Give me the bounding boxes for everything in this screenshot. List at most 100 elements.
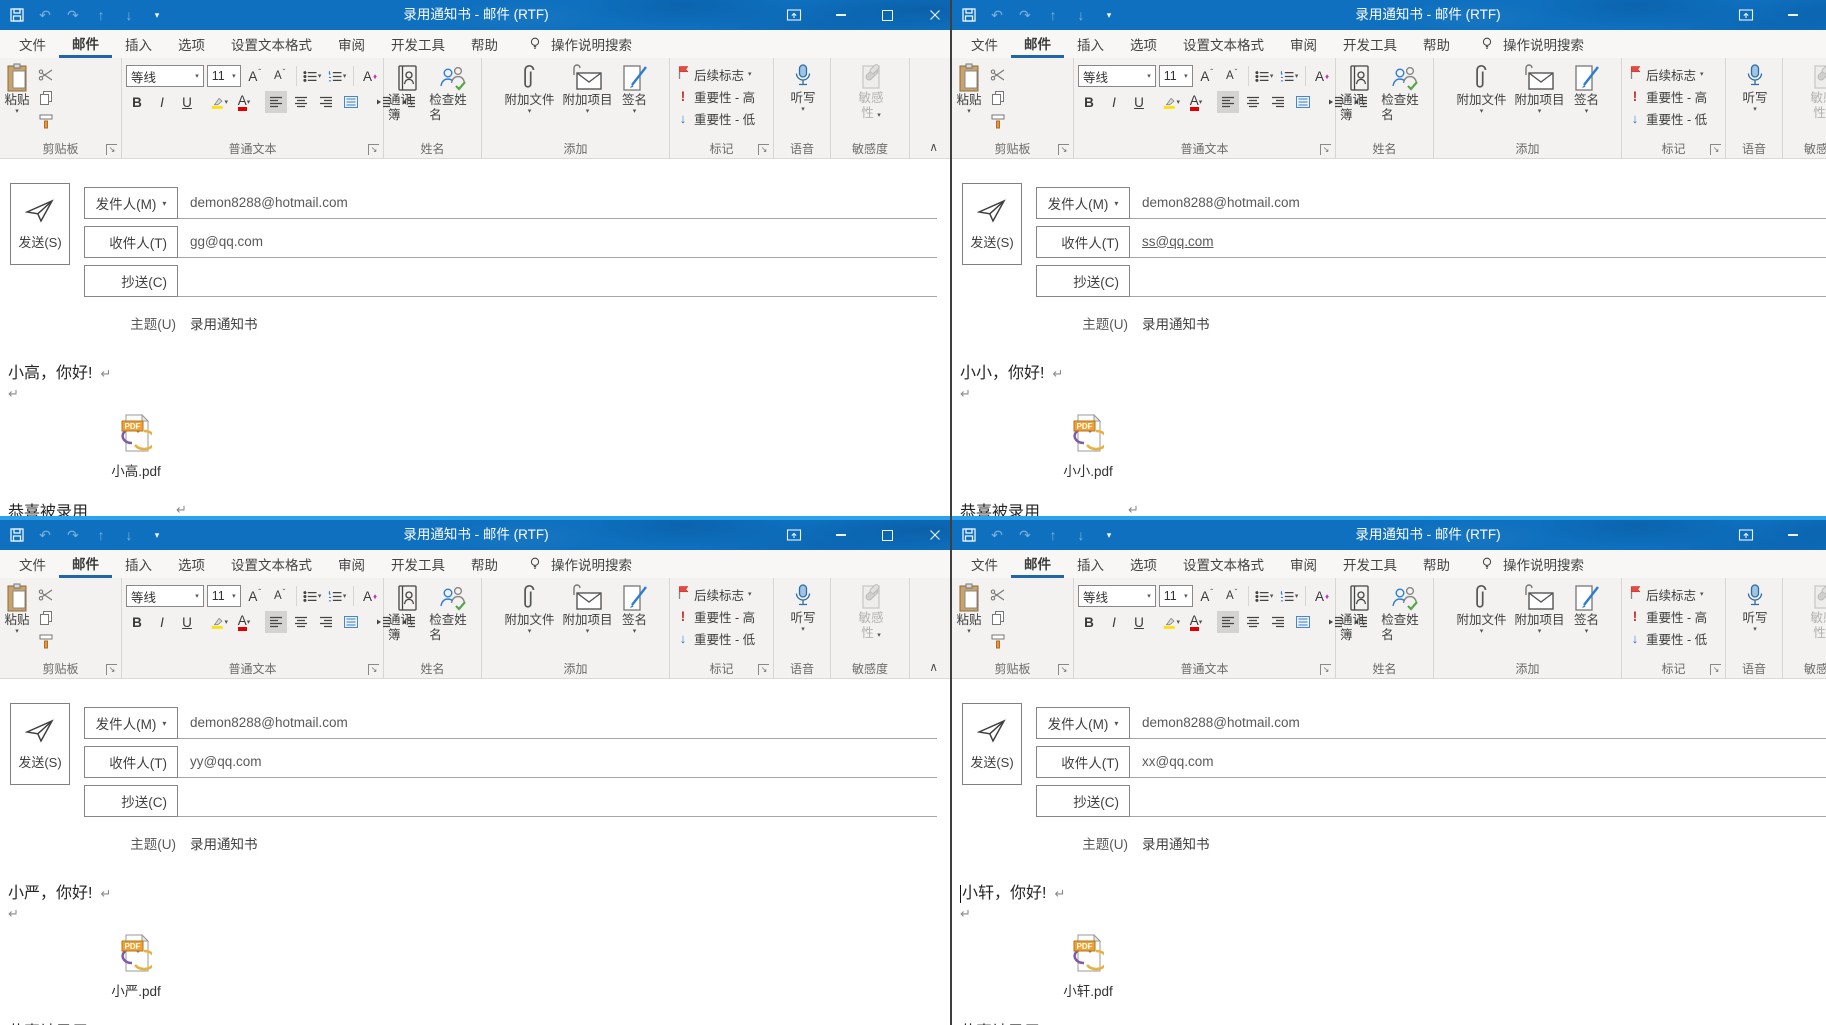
check-names-button[interactable]: 检查姓名 <box>1381 583 1431 643</box>
tab-format-text[interactable]: 设置文本格式 <box>218 550 325 578</box>
align-right-button[interactable] <box>1267 91 1289 113</box>
clipboard-dialog-launcher[interactable]: ↘ <box>1058 664 1069 675</box>
copy-button[interactable] <box>988 89 1008 107</box>
numbering-button[interactable]: ▾ <box>1278 65 1300 87</box>
clipboard-dialog-launcher[interactable]: ↘ <box>106 664 117 675</box>
attach-file-button[interactable]: 附加文件 ▾ <box>1456 583 1506 636</box>
copy-button[interactable] <box>36 89 56 107</box>
cut-button[interactable] <box>988 586 1008 604</box>
sensitivity-button[interactable]: 敏感 性 ▾ <box>835 583 907 643</box>
font-name-select[interactable]: 等线▾ <box>1078 585 1156 607</box>
maximize-button[interactable] <box>1816 0 1826 30</box>
font-color-button[interactable]: A▾ <box>233 91 255 113</box>
paste-button[interactable]: 粘贴 ▾ <box>956 583 982 650</box>
cc-field[interactable] <box>178 264 937 297</box>
importance-low-button[interactable]: ↓ 重要性 - 低 <box>1628 627 1723 649</box>
tags-dialog-launcher[interactable]: ↘ <box>758 144 769 155</box>
font-size-select[interactable]: 11▾ <box>1159 585 1193 607</box>
bullets-button[interactable]: ▾ <box>1253 585 1275 607</box>
tab-review[interactable]: 审阅 <box>1277 550 1330 578</box>
to-field[interactable]: yy@qq.com <box>178 745 937 778</box>
distribute-button[interactable] <box>1292 611 1314 633</box>
minimize-button[interactable] <box>1769 0 1816 30</box>
numbering-button[interactable]: ▾ <box>326 585 348 607</box>
importance-high-button[interactable]: ! 重要性 - 高 <box>676 85 771 107</box>
to-button[interactable]: 收件人(T) <box>84 746 178 778</box>
close-button[interactable] <box>911 520 952 550</box>
italic-button[interactable]: I <box>151 91 173 113</box>
to-button[interactable]: 收件人(T) <box>84 226 178 258</box>
distribute-button[interactable] <box>1292 91 1314 113</box>
shrink-font-button[interactable]: Aˇ <box>1221 585 1243 607</box>
format-painter-button[interactable] <box>988 632 1008 650</box>
from-field[interactable]: demon8288@hotmail.com <box>178 706 937 739</box>
ribbon-display-options-button[interactable] <box>770 0 817 30</box>
font-name-select[interactable]: 等线▾ <box>126 585 204 607</box>
to-field[interactable]: gg@qq.com <box>178 225 937 258</box>
clear-formatting-button[interactable]: A♦ <box>1311 65 1333 87</box>
maximize-button[interactable] <box>1816 520 1826 550</box>
tab-insert[interactable]: 插入 <box>112 550 165 578</box>
align-right-button[interactable] <box>315 91 337 113</box>
message-body[interactable]: 小轩，你好!↵ ↵ PDF 小轩.pdf 恭喜被录用 ↵ <box>952 865 1826 1025</box>
minimize-button[interactable] <box>1769 520 1816 550</box>
clear-formatting-button[interactable]: A♦ <box>359 585 381 607</box>
cc-field[interactable] <box>1130 264 1826 297</box>
address-book-button[interactable]: 通讯簿 <box>388 583 425 643</box>
from-field[interactable]: demon8288@hotmail.com <box>1130 706 1826 739</box>
importance-high-button[interactable]: ! 重要性 - 高 <box>676 605 771 627</box>
ribbon-display-options-button[interactable] <box>1722 0 1769 30</box>
font-size-select[interactable]: 11▾ <box>1159 65 1193 87</box>
distribute-button[interactable] <box>340 611 362 633</box>
attach-item-button[interactable]: 附加项目 ▾ <box>1515 63 1565 116</box>
attach-file-button[interactable]: 附加文件 ▾ <box>1456 63 1506 116</box>
tab-review[interactable]: 审阅 <box>1277 30 1330 58</box>
from-button[interactable]: 发件人(M)▾ <box>84 707 178 739</box>
font-color-button[interactable]: A▾ <box>1185 611 1207 633</box>
numbering-button[interactable]: ▾ <box>326 65 348 87</box>
italic-button[interactable]: I <box>1103 91 1125 113</box>
window-edge-divider[interactable] <box>950 0 952 1025</box>
grow-font-button[interactable]: Aˆ <box>1196 585 1218 607</box>
tab-review[interactable]: 审阅 <box>325 30 378 58</box>
align-center-button[interactable] <box>1242 611 1264 633</box>
message-body[interactable]: 小严，你好!↵ ↵ PDF 小严.pdf 恭喜被录用 ↵ <box>0 865 952 1025</box>
clipboard-dialog-launcher[interactable]: ↘ <box>106 144 117 155</box>
highlight-button[interactable]: ▾ <box>1160 611 1182 633</box>
attach-item-button[interactable]: 附加项目 ▾ <box>563 583 613 636</box>
from-button[interactable]: 发件人(M)▾ <box>84 187 178 219</box>
tags-dialog-launcher[interactable]: ↘ <box>1710 144 1721 155</box>
basic-text-dialog-launcher[interactable]: ↘ <box>1320 144 1331 155</box>
align-center-button[interactable] <box>290 91 312 113</box>
tab-options[interactable]: 选项 <box>1117 550 1170 578</box>
attachment[interactable]: PDF 小高.pdf <box>100 413 172 480</box>
close-button[interactable] <box>911 0 952 30</box>
tab-insert[interactable]: 插入 <box>1064 30 1117 58</box>
subject-field[interactable]: 录用通知书 <box>178 833 258 853</box>
importance-low-button[interactable]: ↓ 重要性 - 低 <box>676 107 771 129</box>
underline-button[interactable]: U <box>176 611 198 633</box>
to-field[interactable]: ss@qq.com <box>1130 225 1826 258</box>
numbering-button[interactable]: ▾ <box>1278 585 1300 607</box>
attach-file-button[interactable]: 附加文件 ▾ <box>504 63 554 116</box>
underline-button[interactable]: U <box>1128 91 1150 113</box>
paste-button[interactable]: 粘贴 ▾ <box>4 583 30 650</box>
to-button[interactable]: 收件人(T) <box>1036 746 1130 778</box>
align-center-button[interactable] <box>290 611 312 633</box>
maximize-button[interactable] <box>864 520 911 550</box>
align-left-button[interactable] <box>1217 91 1239 113</box>
tab-message[interactable]: 邮件 <box>59 30 112 58</box>
attachment[interactable]: PDF 小小.pdf <box>1052 413 1124 480</box>
bold-button[interactable]: B <box>1078 611 1100 633</box>
tab-insert[interactable]: 插入 <box>112 30 165 58</box>
shrink-font-button[interactable]: Aˇ <box>269 585 291 607</box>
distribute-button[interactable] <box>340 91 362 113</box>
font-color-button[interactable]: A▾ <box>233 611 255 633</box>
attach-item-button[interactable]: 附加项目 ▾ <box>1515 583 1565 636</box>
dictate-button[interactable]: 听写 ▾ <box>1730 63 1780 114</box>
italic-button[interactable]: I <box>151 611 173 633</box>
tell-me-search[interactable]: 操作说明搜索 <box>1479 30 1584 58</box>
ribbon-display-options-button[interactable] <box>1722 520 1769 550</box>
font-name-select[interactable]: 等线▾ <box>1078 65 1156 87</box>
clipboard-dialog-launcher[interactable]: ↘ <box>1058 144 1069 155</box>
